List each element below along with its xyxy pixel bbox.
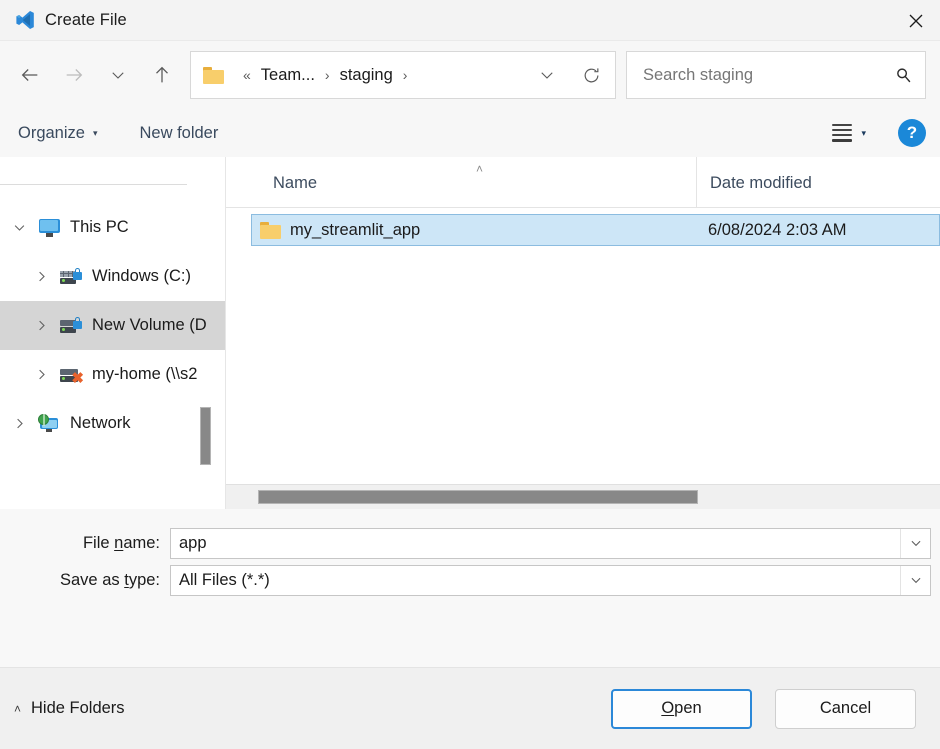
chevron-down-icon[interactable] <box>4 220 34 235</box>
save-as-type-label: Save as type: <box>0 571 170 590</box>
file-name-input[interactable] <box>171 533 900 553</box>
save-as-type-combo[interactable] <box>170 564 931 596</box>
close-window-button[interactable] <box>892 0 940 41</box>
chevron-down-icon[interactable] <box>900 565 930 595</box>
forward-button[interactable] <box>52 53 96 97</box>
breadcrumb-overflow[interactable]: « <box>235 67 259 83</box>
new-folder-button[interactable]: New folder <box>129 118 228 149</box>
tree-item-label: Windows (C:) <box>92 267 192 285</box>
chevron-right-icon[interactable] <box>26 367 56 382</box>
search-icon[interactable] <box>891 67 915 84</box>
column-header-name[interactable]: ˄ Name <box>226 157 696 207</box>
folder-icon <box>252 221 290 239</box>
chevron-up-icon: ˄ <box>14 701 22 716</box>
help-button[interactable]: ? <box>898 119 926 147</box>
dialog-footer: ˄ Hide Folders Open Cancel <box>0 667 940 749</box>
dialog-body: This PC Windows (C:) New Volume (D ✖ my-… <box>0 157 940 509</box>
window-title: Create File <box>45 10 127 29</box>
tree-item-label: This PC <box>70 218 129 236</box>
tree-item-my-home[interactable]: ✖ my-home (\\s2 <box>0 350 225 399</box>
tree-vertical-scrollbar[interactable] <box>200 157 216 509</box>
hide-folders-button[interactable]: ˄ Hide Folders <box>14 699 125 718</box>
vscode-icon <box>8 9 42 31</box>
chevron-down-icon: ▾ <box>92 127 98 138</box>
tree-item-label: New Volume (D <box>92 316 207 334</box>
search-input[interactable] <box>641 64 891 86</box>
open-button[interactable]: Open <box>611 688 752 729</box>
recent-locations-button[interactable] <box>96 53 140 97</box>
sort-ascending-icon: ˄ <box>476 162 484 176</box>
refresh-icon[interactable] <box>569 53 613 97</box>
save-as-type-input[interactable] <box>171 570 900 590</box>
column-header-date-modified[interactable]: Date modified <box>696 157 940 207</box>
title-bar: Create File <box>0 0 940 41</box>
file-name-label-accel: n <box>114 533 124 552</box>
drive-lock-icon <box>56 267 86 286</box>
tree-item-this-pc[interactable]: This PC <box>0 203 225 252</box>
tree-item-new-volume-d[interactable]: New Volume (D <box>0 301 225 350</box>
chevron-right-icon[interactable] <box>26 269 56 284</box>
drive-lock-icon <box>56 316 86 335</box>
breadcrumb-separator-end[interactable]: › <box>395 67 416 83</box>
list-view-icon <box>832 124 853 142</box>
tree-item-network[interactable]: Network <box>0 399 225 448</box>
folder-icon <box>203 66 225 84</box>
breadcrumb-history-icon[interactable] <box>525 53 569 97</box>
save-as-type-row: Save as type: <box>0 564 940 597</box>
monitor-icon <box>34 218 64 237</box>
breadcrumb[interactable]: « Team... › staging › <box>190 51 616 99</box>
chevron-down-icon[interactable] <box>900 528 930 558</box>
network-globe-icon <box>34 414 64 433</box>
open-label-accel: O <box>661 699 675 717</box>
table-row[interactable]: my_streamlit_app 6/08/2024 2:03 AM <box>251 214 940 246</box>
file-name-cell: my_streamlit_app <box>290 220 421 239</box>
back-button[interactable] <box>8 53 52 97</box>
create-file-dialog: Create File « Team... › staging › Search… <box>0 0 940 749</box>
open-label-post: pen <box>674 699 702 717</box>
tree-item-windows-c[interactable]: Windows (C:) <box>0 252 225 301</box>
breadcrumb-item-staging[interactable]: staging <box>338 62 395 89</box>
file-name-label: File name: <box>0 534 170 553</box>
save-as-type-label-post: ype: <box>128 570 160 589</box>
scrollbar-thumb[interactable] <box>200 407 211 465</box>
save-as-type-label-pre: Save as <box>60 570 125 589</box>
form-area: File name: Save as type: <box>0 508 940 607</box>
file-name-label-post: ame: <box>123 533 160 552</box>
navigation-tree-pane: This PC Windows (C:) New Volume (D ✖ my-… <box>0 157 225 509</box>
tree-item-label: Network <box>70 414 131 432</box>
hide-folders-label: Hide Folders <box>31 699 125 717</box>
scrollbar-thumb[interactable] <box>258 489 698 504</box>
cancel-button[interactable]: Cancel <box>775 688 916 729</box>
file-list-pane: ˄ Name Date modified my_streamlit_app 6/… <box>225 157 940 509</box>
file-name-combo[interactable] <box>170 527 931 559</box>
chevron-right-icon[interactable] <box>4 416 34 431</box>
column-label: Date modified <box>710 174 812 192</box>
file-name-label-pre: File <box>82 533 115 552</box>
file-rows: my_streamlit_app 6/08/2024 2:03 AM <box>226 208 940 484</box>
column-header: ˄ Name Date modified <box>226 157 940 208</box>
network-drive-discon-icon: ✖ <box>56 366 86 386</box>
up-button[interactable] <box>140 53 184 97</box>
file-list-horizontal-scrollbar[interactable] <box>226 483 940 509</box>
command-bar: Organize ▾ New folder ▾ ? <box>0 109 940 157</box>
file-date-cell: 6/08/2024 2:03 AM <box>708 220 847 239</box>
form-filler <box>0 606 940 667</box>
breadcrumb-item-team[interactable]: Team... <box>259 62 317 89</box>
chevron-right-icon[interactable] <box>26 318 56 333</box>
search-box[interactable] <box>626 51 926 99</box>
tree-item-label: my-home (\\s2 <box>92 365 198 383</box>
view-mode-button[interactable]: ▾ <box>826 119 872 147</box>
column-label: Name <box>273 174 318 192</box>
tree-divider <box>0 184 187 185</box>
new-folder-label: New folder <box>139 123 219 142</box>
organize-label: Organize <box>18 123 85 142</box>
navigation-bar: « Team... › staging › <box>0 41 940 109</box>
file-name-row: File name: <box>0 527 940 560</box>
navigation-tree: This PC Windows (C:) New Volume (D ✖ my-… <box>0 157 225 448</box>
organize-button[interactable]: Organize ▾ <box>8 118 107 149</box>
chevron-down-icon: ▾ <box>861 127 866 138</box>
breadcrumb-separator: › <box>324 67 330 83</box>
